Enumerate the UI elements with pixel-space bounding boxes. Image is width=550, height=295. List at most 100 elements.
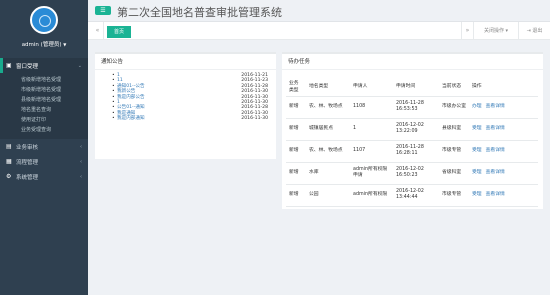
logout-button[interactable]: ⇥ 退出 [518, 22, 550, 40]
notice-list: 12016-11-21 112016-11-23 通知01--公告2016-11… [95, 70, 276, 122]
tab-bar: « 首页 » 关闭操作 ▾ ⇥ 退出 [88, 22, 550, 40]
profile: admin (管理员) ▼ [0, 0, 88, 58]
menu-toggle-button[interactable]: ☰ [95, 6, 111, 15]
details-link[interactable]: 查看详情 [486, 192, 505, 197]
logout-label: 退出 [532, 28, 543, 34]
top-bar: ☰ 第二次全国地名普查审批管理系统 [88, 0, 550, 22]
accept-link[interactable]: 受理 [472, 148, 482, 153]
audit-icon: ▤ [6, 143, 12, 150]
cell-applicant: 1107 [350, 140, 393, 163]
cell-time: 2016-12-02 16:50:23 [393, 162, 439, 185]
cell-type: 新增 [286, 140, 306, 163]
column-header: 申请时间 [393, 76, 439, 97]
logo [30, 6, 58, 34]
sidebar-group-label: 系统管理 [16, 174, 39, 181]
tasks-panel: 待办任务 业务类型 地名类型 申请人 申请时间 当前状态 操作 新增 农、林、牧… [282, 52, 543, 209]
sidebar-item-print[interactable]: 使用证打印 [0, 115, 88, 125]
sidebar-item-business-query[interactable]: 业务受理查询 [0, 125, 88, 135]
cell-status: 市级专管 [439, 140, 469, 163]
settings-icon: ⚙ [6, 173, 12, 180]
tab-scroll-right-button[interactable]: » [461, 22, 473, 40]
table-row: 新增 城镇居民点 1 2016-12-02 13:22:09 县级科室 受理 查看… [286, 118, 538, 141]
cell-type: 新增 [286, 96, 306, 119]
chevron-down-icon: ▼ [63, 42, 67, 47]
user-menu[interactable]: admin (管理员) ▼ [0, 40, 88, 48]
accept-link[interactable]: 受理 [472, 170, 482, 175]
sidebar-group-window[interactable]: ▣ 窗口受理 ⌄ [0, 58, 88, 73]
column-header: 操作 [469, 76, 538, 97]
cell-applicant: admin所有权限申请 [350, 162, 393, 185]
notice-panel: 通知公告 12016-11-21 112016-11-23 通知01--公告20… [95, 52, 276, 159]
cell-ops: 受理 查看详情 [469, 118, 538, 141]
sidebar-item-name-query[interactable]: 地名重名查询 [0, 105, 88, 115]
sidebar-group-label: 业务审核 [16, 144, 39, 151]
tasks-table: 业务类型 地名类型 申请人 申请时间 当前状态 操作 新增 农、林、牧场点 11… [286, 76, 538, 207]
table-row: 新增 水库 admin所有权限申请 2016-12-02 16:50:23 省级… [286, 162, 538, 185]
cell-dtype: 水库 [306, 162, 350, 185]
submenu-window: 省级新增地名受理 市级新增地名受理 县级新增地名受理 地名重名查询 使用证打印 … [0, 73, 88, 139]
cell-time: 2016-11-28 16:28:11 [393, 140, 439, 163]
cell-time: 2016-12-02 13:44:44 [393, 184, 439, 207]
table-header-row: 业务类型 地名类型 申请人 申请时间 当前状态 操作 [286, 76, 538, 97]
column-header: 业务类型 [286, 76, 306, 97]
chevron-right-icon: ‹ [80, 158, 82, 165]
cell-status: 县级科室 [439, 118, 469, 141]
cell-type: 新增 [286, 162, 306, 185]
process-link[interactable]: 办理 [472, 104, 482, 109]
notice-title[interactable]: 我是内部通知 [117, 116, 145, 121]
sidebar-item-city[interactable]: 市级新增地名受理 [0, 85, 88, 95]
cell-status: 市级办公室 [439, 96, 469, 119]
close-ops-dropdown[interactable]: 关闭操作 ▾ [473, 22, 518, 40]
cell-ops: 受理 查看详情 [469, 140, 538, 163]
sidebar-group-flow[interactable]: ▦ 流程管理 ‹ [0, 154, 88, 169]
sidebar: admin (管理员) ▼ ▣ 窗口受理 ⌄ 省级新增地名受理 市级新增地名受理… [0, 0, 88, 295]
sidebar-item-county[interactable]: 县级新增地名受理 [0, 95, 88, 105]
chevron-right-icon: ‹ [80, 173, 82, 180]
notice-panel-title: 通知公告 [95, 54, 276, 70]
window-icon: ▣ [6, 62, 12, 69]
chevron-down-icon: ⌄ [77, 62, 82, 69]
tasks-panel-title: 待办任务 [282, 54, 543, 70]
cell-dtype: 公园 [306, 184, 350, 207]
chevron-down-icon: ▾ [505, 28, 509, 34]
column-header: 当前状态 [439, 76, 469, 97]
logout-icon: ⇥ [526, 28, 531, 34]
cell-type: 新增 [286, 184, 306, 207]
column-header: 申请人 [350, 76, 393, 97]
close-ops-label: 关闭操作 [483, 28, 504, 34]
cell-dtype: 城镇居民点 [306, 118, 350, 141]
sidebar-group-system[interactable]: ⚙ 系统管理 ‹ [0, 169, 88, 184]
table-row: 新增 农、林、牧场点 1108 2016-11-28 16:53:53 市级办公… [286, 96, 538, 119]
chevron-right-icon: ‹ [80, 143, 82, 150]
cell-ops: 办理 查看详情 [469, 96, 538, 119]
sidebar-item-province[interactable]: 省级新增地名受理 [0, 75, 88, 85]
cell-status: 省级科室 [439, 162, 469, 185]
user-name: admin (管理员) [21, 42, 62, 48]
cell-dtype: 农、林、牧场点 [306, 96, 350, 119]
cell-applicant: admin所有权限 [350, 184, 393, 207]
sidebar-group-audit[interactable]: ▤ 业务审核 ‹ [0, 139, 88, 154]
table-row: 新增 公园 admin所有权限 2016-12-02 13:44:44 市级专管… [286, 184, 538, 207]
details-link[interactable]: 查看详情 [486, 104, 505, 109]
details-link[interactable]: 查看详情 [486, 126, 505, 131]
cell-time: 2016-11-28 16:53:53 [393, 96, 439, 119]
cell-type: 新增 [286, 118, 306, 141]
tab-home[interactable]: 首页 [107, 26, 132, 38]
accept-link[interactable]: 受理 [472, 126, 482, 131]
details-link[interactable]: 查看详情 [486, 148, 505, 153]
cell-dtype: 农、林、牧场点 [306, 140, 350, 163]
cell-ops: 受理 查看详情 [469, 162, 538, 185]
sidebar-group-label: 流程管理 [16, 159, 39, 166]
cell-time: 2016-12-02 13:22:09 [393, 118, 439, 141]
column-header: 地名类型 [306, 76, 350, 97]
sidebar-group-label: 窗口受理 [16, 63, 39, 70]
notice-date: 2016-11-30 [241, 116, 268, 122]
accept-link[interactable]: 受理 [472, 192, 482, 197]
cell-status: 市级专管 [439, 184, 469, 207]
list-item[interactable]: 我是内部通知 2016-11-30 [112, 116, 268, 122]
cell-applicant: 1 [350, 118, 393, 141]
tab-scroll-left-button[interactable]: « [92, 22, 104, 40]
table-row: 新增 农、林、牧场点 1107 2016-11-28 16:28:11 市级专管… [286, 140, 538, 163]
details-link[interactable]: 查看详情 [486, 170, 505, 175]
cell-applicant: 1108 [350, 96, 393, 119]
